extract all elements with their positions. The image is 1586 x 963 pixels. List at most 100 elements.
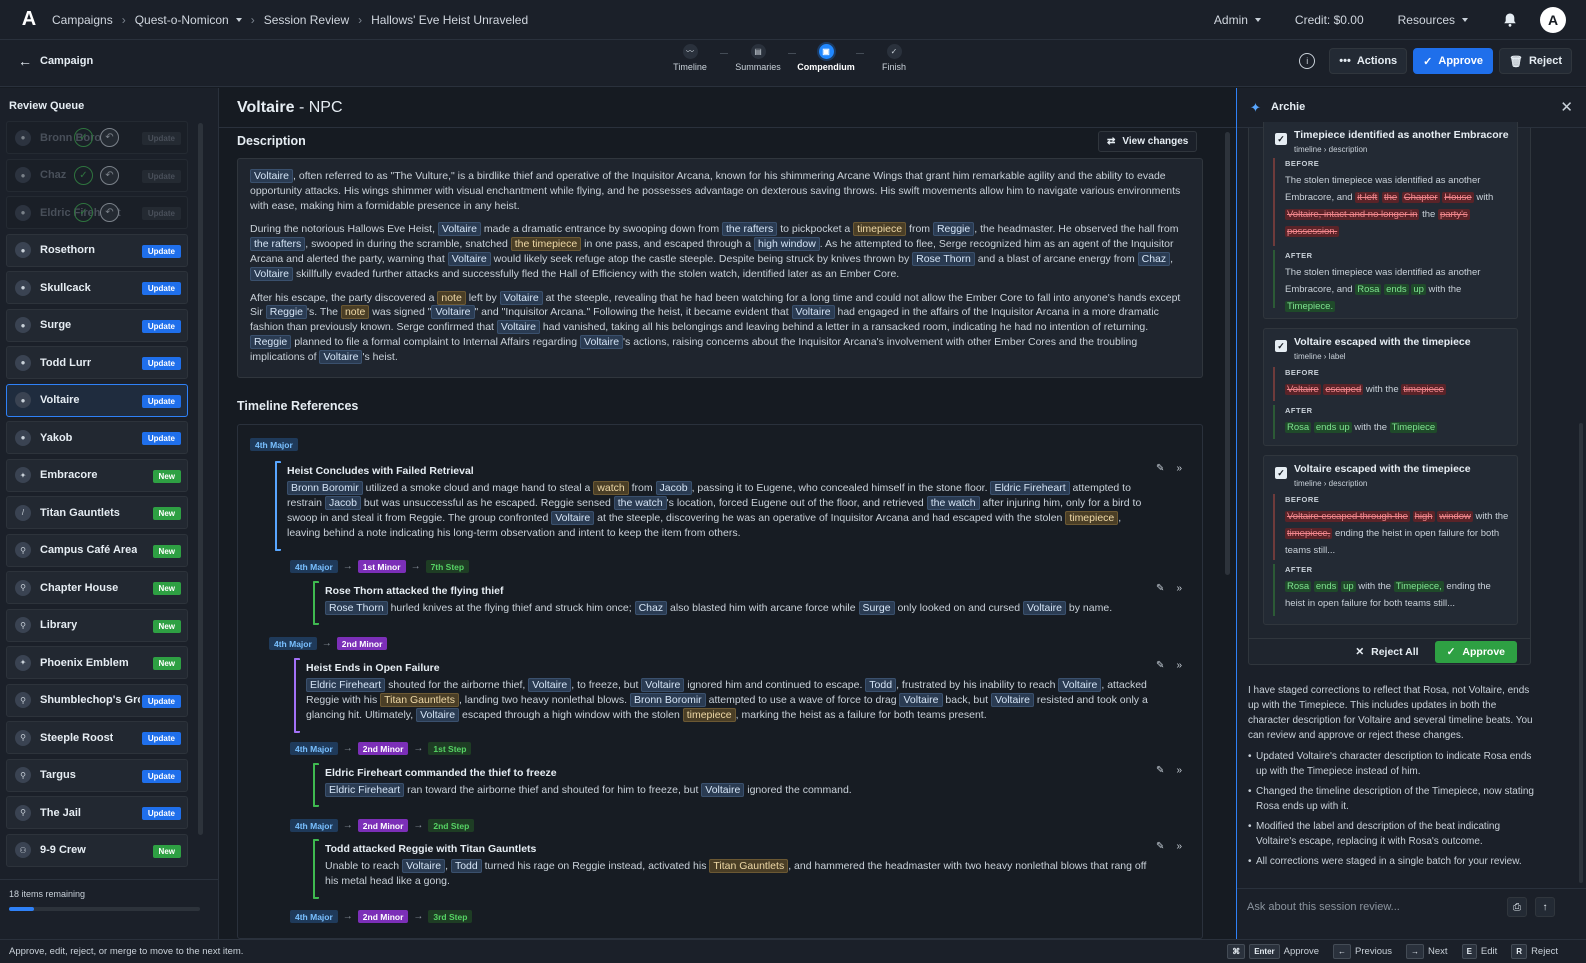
entity-tag[interactable]: Eldric Fireheart <box>306 678 386 692</box>
step-compendium[interactable]: ▣ Compendium <box>796 44 856 72</box>
entity-tag[interactable]: Todd <box>450 859 482 873</box>
expand-icon[interactable]: » <box>1176 463 1182 474</box>
entity-tag[interactable]: Voltaire <box>1058 678 1102 692</box>
item-tag[interactable]: the timepiece <box>510 237 582 252</box>
entity-tag[interactable]: Voltaire <box>496 320 540 335</box>
pencil-icon[interactable]: ✎ <box>1156 660 1164 671</box>
expand-icon[interactable]: » <box>1176 841 1182 852</box>
entity-tag[interactable]: Eldric Fireheart <box>325 783 405 797</box>
step-chip[interactable]: 2nd Step <box>428 819 475 832</box>
bell-icon[interactable] <box>1502 12 1518 28</box>
timeline-event[interactable]: Todd attacked Reggie with Titan Gauntlet… <box>313 839 1190 899</box>
major-chip[interactable]: 4th Major <box>290 742 338 755</box>
change-checkbox[interactable]: ✓ <box>1275 467 1287 479</box>
pencil-icon[interactable]: ✎ <box>1156 463 1164 474</box>
major-chip[interactable]: 4th Major <box>269 637 317 650</box>
entity-tag[interactable]: Todd <box>865 678 897 692</box>
entity-tag[interactable]: Jacob <box>324 496 361 510</box>
entity-tag[interactable]: Voltaire <box>580 334 624 349</box>
send-icon[interactable]: ↑ <box>1535 897 1555 917</box>
entity-tag[interactable]: Jacob <box>655 481 692 495</box>
entity-tag[interactable]: Voltaire <box>250 266 294 281</box>
item-tag[interactable]: timepiece <box>1065 511 1119 525</box>
minor-chip[interactable]: 2nd Minor <box>357 742 409 755</box>
item-tag[interactable]: Titan Gauntlets <box>709 859 789 873</box>
major-chip[interactable]: 4th Major <box>290 910 338 923</box>
minor-chip[interactable]: 2nd Minor <box>357 910 409 923</box>
info-icon[interactable]: i <box>1299 53 1316 69</box>
entity-tag[interactable]: Voltaire <box>701 783 745 797</box>
pencil-icon[interactable]: ✎ <box>1156 765 1164 776</box>
entity-tag[interactable]: Chaz <box>1137 251 1171 266</box>
back-to-campaign-button[interactable]: ← Campaign <box>18 53 93 69</box>
queue-item[interactable]: ● Rosethorn Update <box>6 233 188 267</box>
undo-icon[interactable]: ↶ <box>100 128 119 147</box>
item-tag[interactable]: Titan Gauntlets <box>380 693 459 707</box>
approve-button[interactable]: ✓ Approve <box>1413 48 1493 74</box>
queue-item[interactable]: ⚲ Chapter House New <box>6 571 188 604</box>
queue-item[interactable]: ✦ Phoenix Emblem New <box>6 646 188 679</box>
queue-item[interactable]: ✦ Embracore New <box>6 458 188 492</box>
main-scrollbar[interactable] <box>1225 132 1230 575</box>
queue-item[interactable]: ⚇ 9-9 Crew New <box>6 833 188 867</box>
queue-item[interactable]: ● Skullcack Update <box>6 271 188 304</box>
entity-tag[interactable]: Voltaire <box>1022 601 1066 615</box>
attach-icon[interactable]: ⎙ <box>1507 897 1527 917</box>
step-finish[interactable]: ✓ Finish <box>864 44 924 72</box>
close-icon[interactable]: ✕ <box>1560 98 1573 116</box>
item-tag[interactable]: note <box>340 305 370 320</box>
entity-tag[interactable]: high window <box>753 237 820 252</box>
entity-tag[interactable]: Voltaire <box>499 290 543 305</box>
queue-item[interactable]: / Titan Gauntlets New <box>6 496 188 529</box>
breadcrumb-campaigns[interactable]: Campaigns <box>52 13 113 27</box>
major-chip[interactable]: 4th Major <box>290 819 338 832</box>
reject-button[interactable]: 🗑 Reject <box>1499 48 1572 74</box>
entity-tag[interactable]: Voltaire <box>402 859 446 873</box>
expand-icon[interactable]: » <box>1176 765 1182 776</box>
admin-menu[interactable]: Admin <box>1214 13 1261 27</box>
entity-tag[interactable]: the watch <box>613 496 667 510</box>
entity-tag[interactable]: Voltaire <box>990 693 1034 707</box>
major-chip[interactable]: 4th Major <box>250 438 298 451</box>
check-icon[interactable]: ✓ <box>74 203 93 222</box>
minor-chip[interactable]: 2nd Minor <box>336 637 388 650</box>
minor-chip[interactable]: 2nd Minor <box>357 819 409 832</box>
item-tag[interactable]: note <box>437 290 466 305</box>
undo-icon[interactable]: ↶ <box>100 203 119 222</box>
entity-tag[interactable]: Voltaire <box>791 305 835 320</box>
minor-chip[interactable]: 1st Minor <box>357 560 406 573</box>
change-checkbox[interactable]: ✓ <box>1275 133 1287 145</box>
step-chip[interactable]: 1st Step <box>428 742 472 755</box>
entity-tag[interactable]: Voltaire <box>551 511 595 525</box>
entity-tag[interactable]: Eldric Fireheart <box>990 481 1070 495</box>
item-tag[interactable]: timepiece <box>682 708 736 722</box>
entity-tag[interactable]: Bronn Boromir <box>629 693 706 707</box>
queue-item[interactable]: ⚲ Campus Café Area New <box>6 533 188 567</box>
undo-icon[interactable]: ↶ <box>100 165 119 185</box>
approve-changes-button[interactable]: ✓ Approve <box>1434 641 1517 663</box>
entity-tag[interactable]: Voltaire <box>899 693 943 707</box>
queue-scrollbar[interactable] <box>198 123 203 835</box>
entity-tag[interactable]: Chaz <box>634 601 668 615</box>
pencil-icon[interactable]: ✎ <box>1156 841 1164 852</box>
queue-item[interactable]: ⚲ Steeple Roost Update <box>6 721 188 754</box>
queue-item[interactable]: ⚲ The Jail Update <box>6 796 188 829</box>
step-chip[interactable]: 3rd Step <box>428 910 473 923</box>
timeline-event[interactable]: Heist Concludes with Failed Retrieval Br… <box>275 461 1190 551</box>
queue-item[interactable]: ⚲ Shumblechop's Gro...Update <box>6 683 188 717</box>
entity-tag[interactable]: Reggie <box>265 305 308 320</box>
actions-menu-button[interactable]: ••• Actions <box>1329 48 1408 74</box>
entity-tag[interactable]: Voltaire <box>641 678 685 692</box>
entity-tag[interactable]: Voltaire <box>528 678 572 692</box>
breadcrumb-campaign[interactable]: Quest-o-Nomicon <box>135 13 242 27</box>
breadcrumb-session[interactable]: Hallows' Eve Heist Unraveled <box>371 13 528 27</box>
entity-tag[interactable]: Voltaire <box>416 708 460 722</box>
entity-tag[interactable]: Bronn Boromir <box>287 481 363 495</box>
change-checkbox[interactable]: ✓ <box>1275 340 1287 352</box>
queue-item[interactable]: ● Voltaire Update <box>6 383 188 417</box>
view-changes-button[interactable]: ⇄ View changes <box>1098 131 1198 152</box>
expand-icon[interactable]: » <box>1176 660 1182 671</box>
ask-input[interactable]: Ask about this session review... <box>1247 901 1400 913</box>
entity-tag[interactable]: the rafters <box>722 222 778 237</box>
queue-item[interactable]: ● Todd Lurr Update <box>6 346 188 379</box>
